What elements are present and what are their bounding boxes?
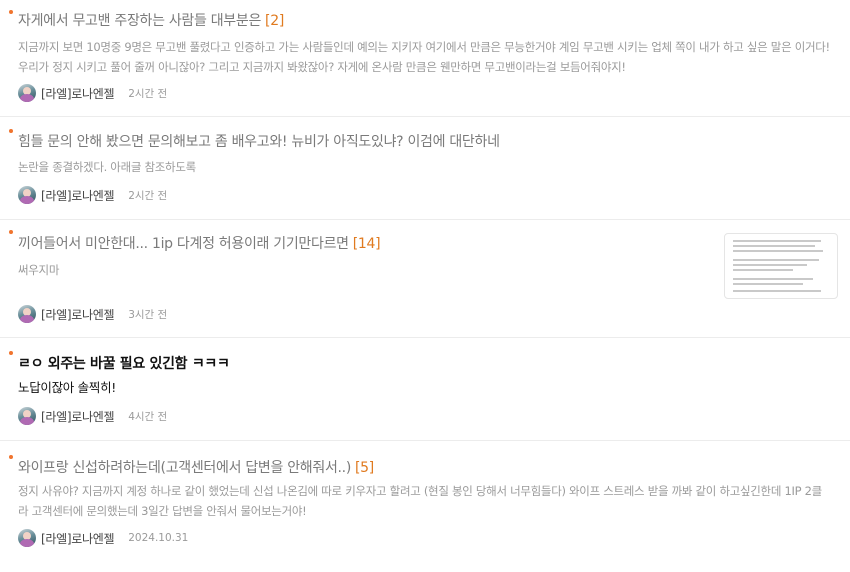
author-name[interactable]: [라엘]로나엔젤 (41, 530, 115, 547)
post-time: 2시간 전 (128, 87, 168, 100)
post-item[interactable]: 힘들 문의 안해 봤으면 문의해보고 좀 배우고와! 뉴비가 아직도있냐? 이검… (0, 117, 850, 220)
author-name[interactable]: [라엘]로나엔젤 (41, 187, 115, 204)
post-title-text[interactable]: 끼어들어서 미안한대... 1ip 다계정 허용이래 기기만다르면 (18, 236, 349, 252)
post-meta: [라엘]로나엔젤 4시간 전 (18, 406, 167, 426)
post-item[interactable]: ㄹㅇ 외주는 바꿀 필요 있긴함 ㅋㅋㅋ 노답이잖아 솔찍히! [라엘]로나엔젤… (0, 338, 850, 441)
post-title[interactable]: ㄹㅇ 외주는 바꿀 필요 있긴함 ㅋㅋㅋ (18, 353, 230, 373)
post-item[interactable]: 자게에서 무고밴 주장하는 사람들 대부분은 [2] 지금까지 보면 10명중 9… (0, 0, 850, 117)
author-name[interactable]: [라엘]로나엔젤 (41, 408, 115, 425)
post-thumbnail[interactable] (724, 233, 838, 299)
avatar[interactable] (18, 305, 36, 323)
post-preview[interactable]: 논란을 종결하겠다. 아래글 참조하도록 (18, 157, 830, 177)
post-title[interactable]: 끼어들어서 미안한대... 1ip 다계정 허용이래 기기만다르면 [14] (18, 233, 381, 253)
post-item[interactable]: 와이프랑 신섭하려하는데(고객센터에서 답변을 안해줘서..) [5] 정지 사유… (0, 441, 850, 572)
post-feed: 자게에서 무고밴 주장하는 사람들 대부분은 [2] 지금까지 보면 10명중 9… (0, 0, 850, 572)
new-indicator-dot (9, 351, 13, 355)
post-title[interactable]: 자게에서 무고밴 주장하는 사람들 대부분은 [2] (18, 10, 284, 30)
post-preview[interactable]: 지금까지 보면 10명중 9명은 무고밴 풀렸다고 인증하고 가는 사람들인데 … (18, 37, 830, 77)
post-time: 3시간 전 (128, 308, 168, 321)
post-preview[interactable]: 써우지마 (18, 260, 830, 280)
avatar[interactable] (18, 529, 36, 547)
avatar[interactable] (18, 186, 36, 204)
post-item[interactable]: 끼어들어서 미안한대... 1ip 다계정 허용이래 기기만다르면 [14] 써우… (0, 220, 850, 338)
post-meta: [라엘]로나엔젤 2시간 전 (18, 185, 167, 205)
post-time: 2시간 전 (128, 189, 168, 202)
post-title-text[interactable]: ㄹㅇ 외주는 바꿀 필요 있긴함 ㅋㅋㅋ (18, 356, 230, 372)
author-name[interactable]: [라엘]로나엔젤 (41, 306, 115, 323)
new-indicator-dot (9, 230, 13, 234)
author-name[interactable]: [라엘]로나엔젤 (41, 85, 115, 102)
post-title-text[interactable]: 와이프랑 신섭하려하는데(고객센터에서 답변을 안해줘서..) (18, 460, 351, 476)
post-title[interactable]: 와이프랑 신섭하려하는데(고객센터에서 답변을 안해줘서..) [5] (18, 457, 374, 477)
post-meta: [라엘]로나엔젤 2024.10.31 (18, 528, 188, 548)
post-time: 4시간 전 (128, 410, 168, 423)
comment-count[interactable]: [5] (355, 460, 374, 476)
new-indicator-dot (9, 455, 13, 459)
new-indicator-dot (9, 129, 13, 133)
post-title-text[interactable]: 힘들 문의 안해 봤으면 문의해보고 좀 배우고와! 뉴비가 아직도있냐? 이검… (18, 134, 500, 150)
post-title[interactable]: 힘들 문의 안해 봤으면 문의해보고 좀 배우고와! 뉴비가 아직도있냐? 이검… (18, 131, 500, 151)
post-preview[interactable]: 노답이잖아 솔찍히! (18, 378, 830, 398)
avatar[interactable] (18, 84, 36, 102)
post-preview[interactable]: 정지 사유야? 지금까지 계정 하나로 같이 했었는데 신섭 나온김에 따로 키… (18, 481, 830, 521)
avatar[interactable] (18, 407, 36, 425)
comment-count[interactable]: [2] (265, 13, 284, 29)
comment-count[interactable]: [14] (353, 236, 381, 252)
post-time: 2024.10.31 (128, 532, 189, 544)
new-indicator-dot (9, 10, 13, 14)
post-meta: [라엘]로나엔젤 2시간 전 (18, 83, 167, 103)
post-title-text[interactable]: 자게에서 무고밴 주장하는 사람들 대부분은 (18, 13, 261, 29)
post-meta: [라엘]로나엔젤 3시간 전 (18, 304, 167, 324)
